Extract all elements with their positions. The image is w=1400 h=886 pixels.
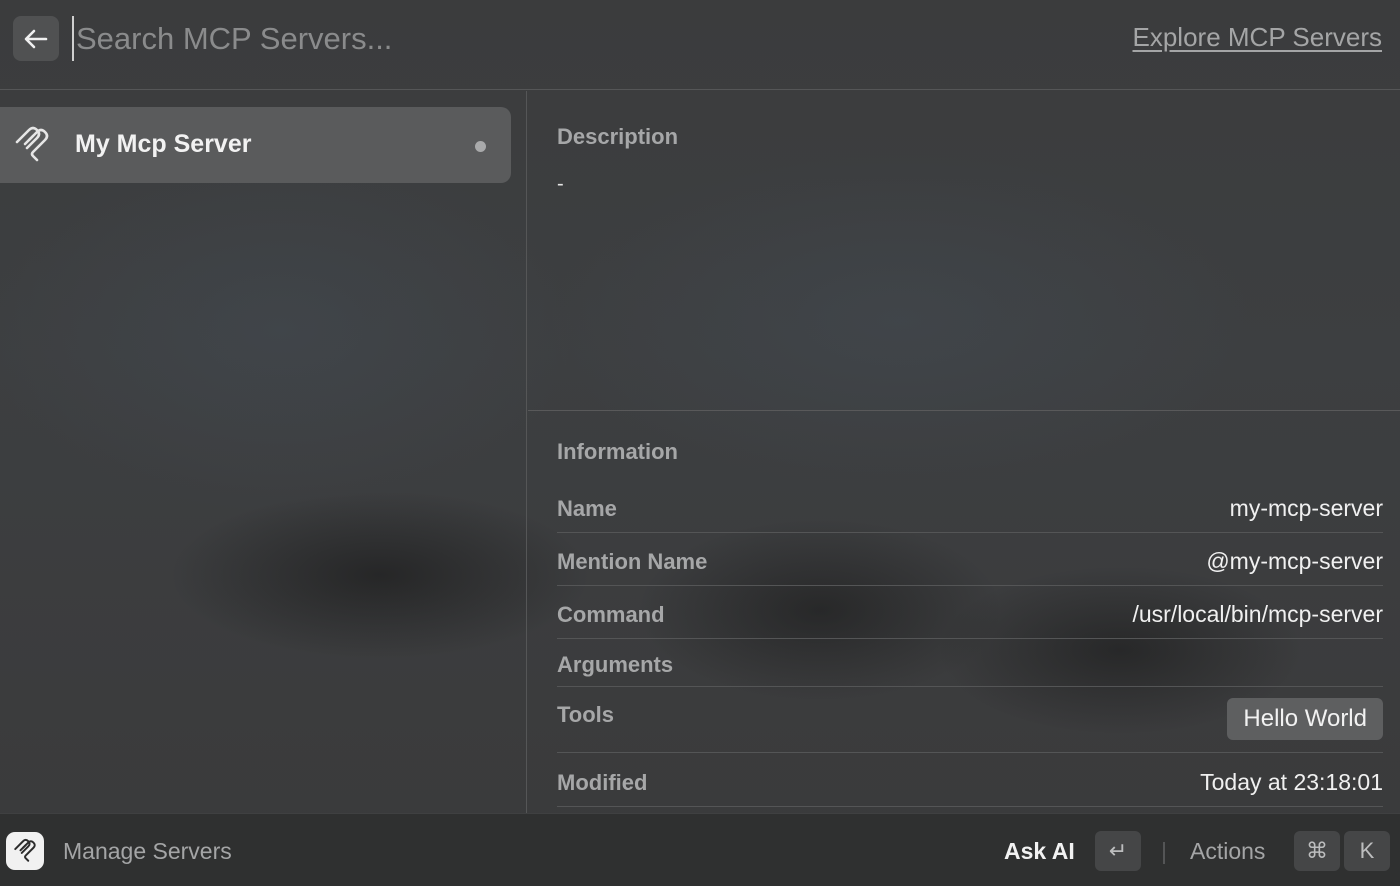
tool-chip-hello-world[interactable]: Hello World	[1227, 698, 1383, 740]
manage-servers-label: Manage Servers	[63, 838, 232, 864]
info-value: /usr/local/bin/mcp-server	[1132, 601, 1383, 627]
actions-button[interactable]: Actions	[1190, 838, 1265, 865]
info-key: Modified	[557, 770, 648, 795]
header: Explore MCP Servers	[0, 0, 1400, 90]
info-row-command: Command /usr/local/bin/mcp-server	[557, 586, 1383, 639]
mcp-icon	[14, 838, 36, 862]
info-value: my-mcp-server	[1229, 495, 1383, 521]
enter-key-hint: ↵	[1095, 831, 1141, 871]
command-key-hint: ⌘	[1294, 831, 1340, 871]
info-row-tools: Tools Hello World	[557, 687, 1383, 753]
divider	[1163, 842, 1165, 864]
search-input[interactable]	[72, 16, 972, 61]
status-dot	[475, 141, 486, 152]
description-value: -	[557, 173, 564, 195]
ask-ai-button[interactable]: Ask AI	[1004, 838, 1075, 865]
mcp-icon	[15, 126, 49, 162]
info-key: Mention Name	[557, 549, 708, 574]
list-item-label: My Mcp Server	[75, 130, 252, 158]
k-key-hint: K	[1344, 831, 1390, 871]
back-button[interactable]	[13, 16, 59, 61]
description-title: Description	[557, 124, 679, 149]
list-item-my-mcp-server[interactable]: My Mcp Server	[0, 107, 511, 183]
info-row-arguments: Arguments	[557, 639, 1383, 687]
explore-mcp-servers-link[interactable]: Explore MCP Servers	[1133, 22, 1383, 53]
detail-panel: Description - Information Name my-mcp-se…	[528, 91, 1400, 813]
info-key: Command	[557, 602, 665, 627]
info-key: Name	[557, 496, 617, 521]
app-icon	[6, 832, 44, 870]
info-key: Tools	[557, 702, 615, 727]
arrow-left-icon	[24, 29, 48, 48]
footer-bar: Manage Servers Ask AI ↵ Actions ⌘ K	[0, 813, 1400, 886]
info-value: Today at 23:18:01	[1200, 769, 1383, 795]
info-row-mention-name: Mention Name @my-mcp-server	[557, 533, 1383, 586]
information-title: Information	[557, 439, 678, 464]
info-row-name: Name my-mcp-server	[557, 479, 1383, 533]
sidebar: My Mcp Server	[0, 91, 527, 813]
info-value: @my-mcp-server	[1206, 548, 1383, 574]
info-key: Arguments	[557, 652, 674, 677]
info-row-modified: Modified Today at 23:18:01	[557, 753, 1383, 807]
description-section: Description -	[528, 91, 1400, 411]
